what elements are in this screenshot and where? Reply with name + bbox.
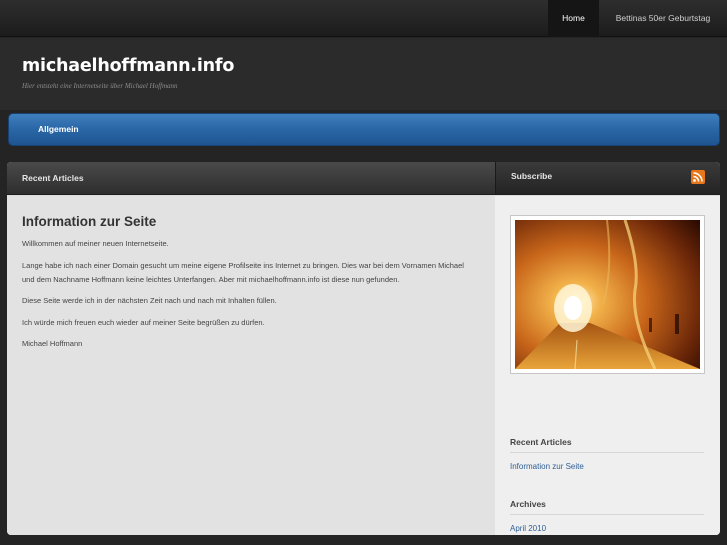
content-panel: Recent Articles Subscribe Information zu…	[7, 162, 720, 535]
site-tagline: Hier entsteht eine Internetseite über Mi…	[22, 82, 178, 90]
nav-home-link[interactable]: Home	[548, 0, 599, 37]
sidebar-archives-title: Archives	[510, 499, 546, 509]
post-paragraph: Willkommen auf meiner neuen Internetseit…	[22, 239, 169, 248]
main-content: Information zur Seite Willkommen auf mei…	[7, 196, 495, 535]
post-title[interactable]: Information zur Seite	[22, 214, 156, 229]
sidebar-divider	[510, 452, 704, 453]
sidebar-archive-link[interactable]: April 2010	[510, 524, 546, 533]
main-header: Recent Articles	[7, 162, 495, 195]
post-paragraph: Lange habe ich nach einer Domain gesucht…	[22, 261, 464, 284]
rss-feed-icon[interactable]	[691, 170, 705, 184]
post-signature: Michael Hoffmann	[22, 339, 83, 348]
site-title[interactable]: michaelhoffmann.info	[22, 56, 234, 76]
sidebar: Recent Articles Information zur Seite Ar…	[495, 196, 720, 535]
tunnel-photo-frame	[510, 215, 705, 374]
recent-articles-heading: Recent Articles	[22, 173, 84, 183]
tunnel-photo	[515, 220, 700, 369]
subscribe-header: Subscribe	[495, 162, 720, 195]
post-paragraph: Ich würde mich freuen euch wieder auf me…	[22, 318, 265, 327]
sidebar-divider	[510, 514, 704, 515]
nav-bettina-link[interactable]: Bettinas 50er Geburtstag	[599, 0, 727, 37]
category-bar: Allgemein	[8, 113, 720, 146]
subscribe-label: Subscribe	[511, 171, 553, 181]
sidebar-recent-article-link[interactable]: Information zur Seite	[510, 462, 584, 471]
top-navigation: Home Bettinas 50er Geburtstag	[0, 0, 727, 37]
category-allgemein-link[interactable]: Allgemein	[38, 114, 79, 145]
sidebar-recent-articles-title: Recent Articles	[510, 437, 572, 447]
post-paragraph: Diese Seite werde ich in der nächsten Ze…	[22, 296, 277, 305]
